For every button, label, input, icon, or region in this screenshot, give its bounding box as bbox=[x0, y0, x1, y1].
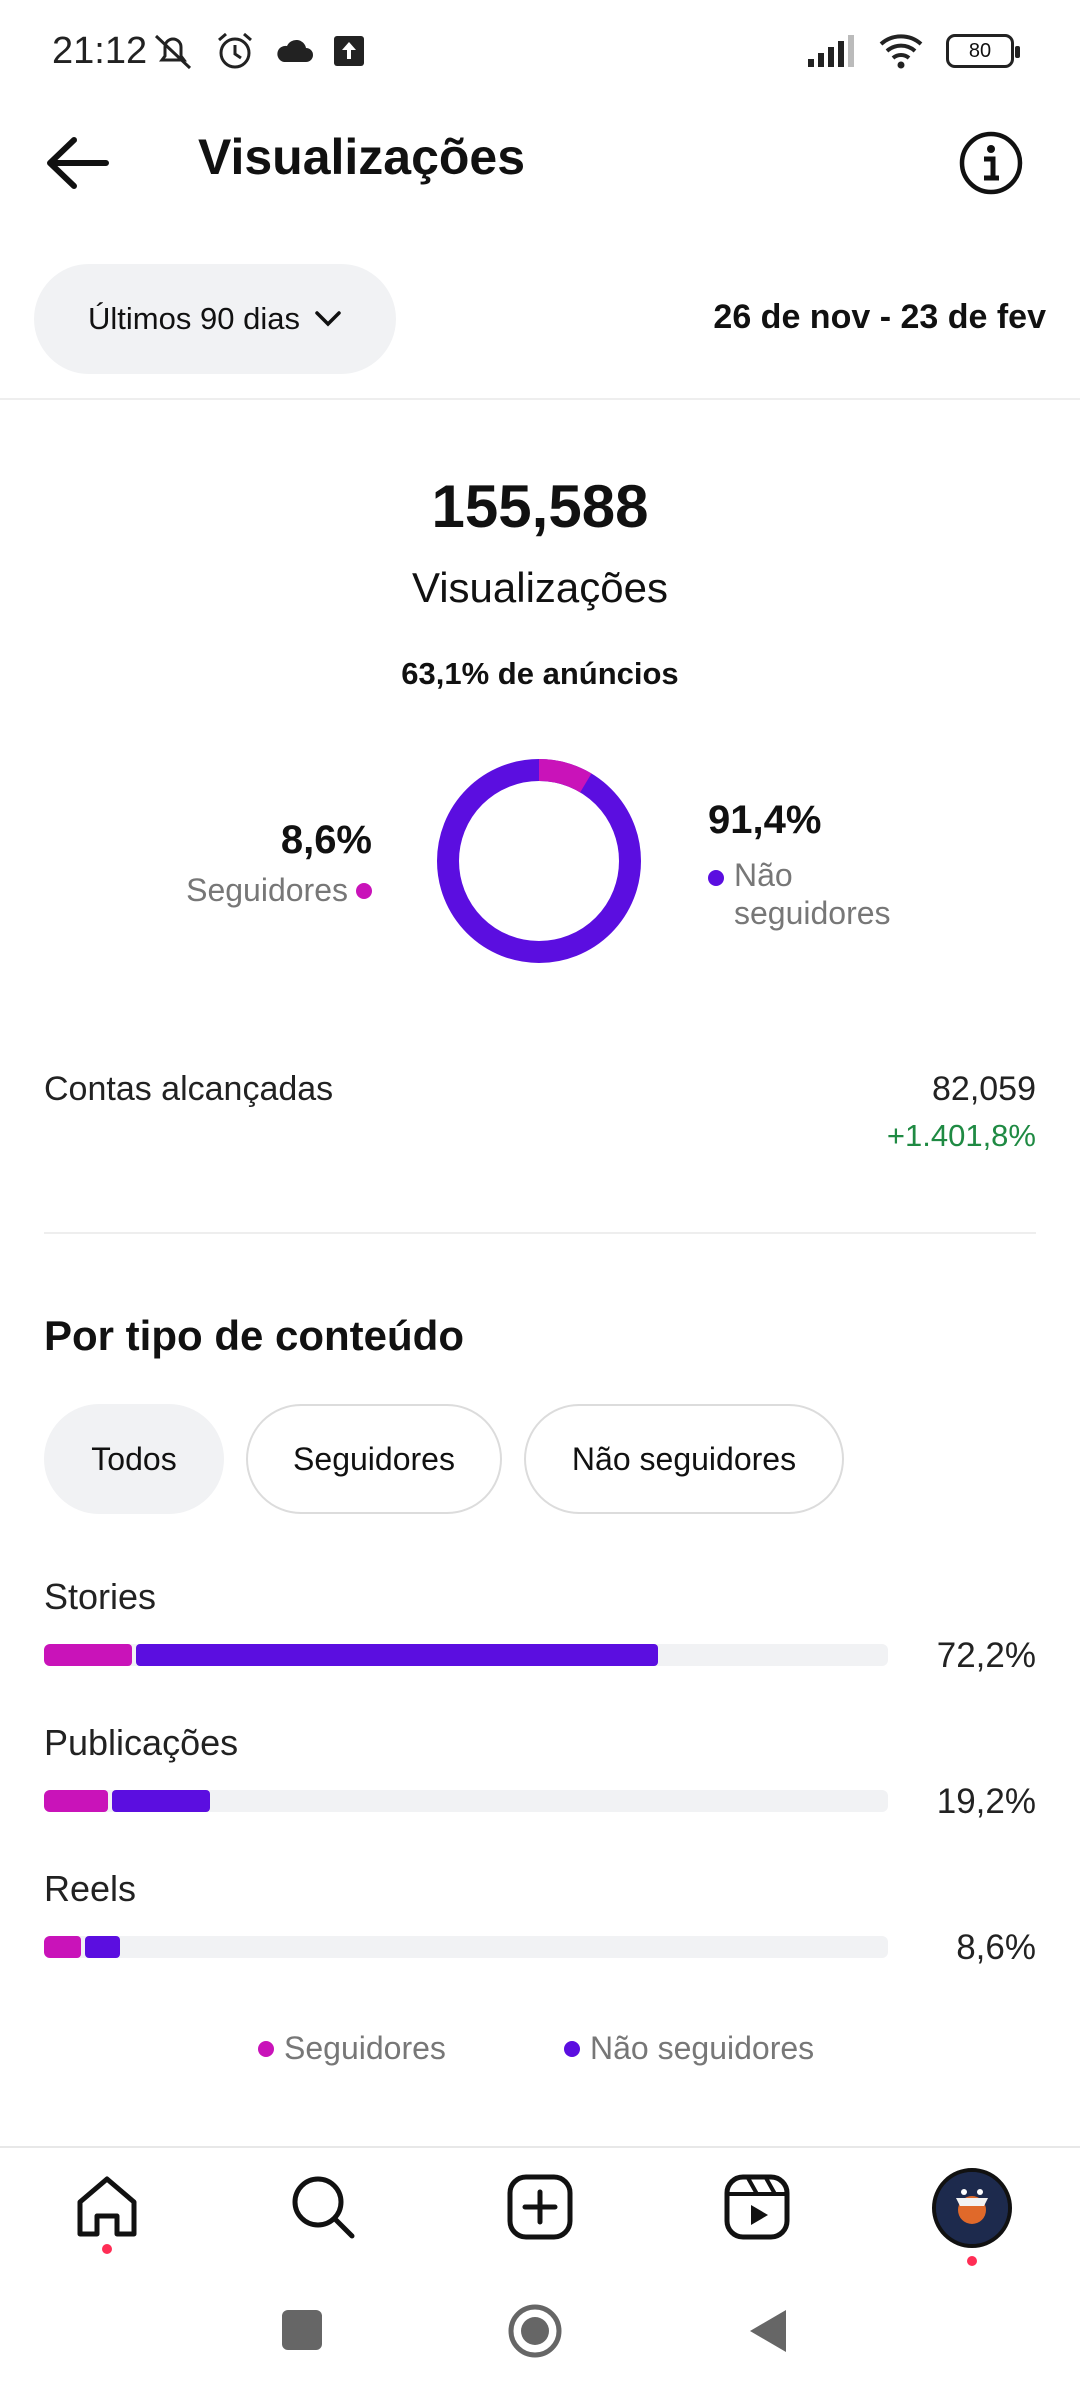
upload-icon bbox=[334, 36, 364, 66]
accounts-reached-change: +1.401,8% bbox=[886, 1118, 1036, 1153]
status-icons-left bbox=[150, 30, 366, 72]
bar-followers-segment bbox=[44, 1644, 132, 1666]
signal-icon bbox=[808, 35, 854, 67]
status-time: 21:12 bbox=[52, 30, 148, 72]
non-followers-dot bbox=[708, 870, 724, 886]
back-arrow-icon[interactable] bbox=[40, 128, 116, 198]
info-icon[interactable] bbox=[958, 130, 1024, 196]
non-followers-label: Não seguidores bbox=[734, 857, 891, 931]
bar-non-followers-segment bbox=[85, 1936, 120, 1958]
bar-followers-segment bbox=[44, 1790, 108, 1812]
divider bbox=[44, 1232, 1036, 1234]
wifi-icon bbox=[879, 34, 923, 69]
legend-non-followers: Não seguidores bbox=[564, 2030, 814, 2067]
accounts-reached-label: Contas alcançadas bbox=[44, 1070, 334, 1108]
followers-dot bbox=[258, 2040, 274, 2057]
non-followers-dot bbox=[564, 2040, 580, 2057]
legend-followers: Seguidores bbox=[258, 2030, 446, 2067]
date-range: 26 de nov - 23 de fev bbox=[713, 298, 1046, 336]
donut-non-followers-segment bbox=[437, 759, 641, 963]
content-type-percentage: 72,2% bbox=[936, 1636, 1036, 1675]
home-button[interactable] bbox=[506, 2302, 564, 2360]
filter-chip-non-followers[interactable]: Não seguidores bbox=[524, 1404, 844, 1514]
mute-bell-icon bbox=[154, 34, 192, 70]
reels-icon[interactable] bbox=[720, 2170, 794, 2244]
followers-legend: Seguidores bbox=[186, 872, 372, 909]
section-title: Por tipo de conteúdo bbox=[44, 1312, 464, 1359]
profile-notification-dot bbox=[967, 2256, 977, 2266]
filter-chip-followers[interactable]: Seguidores bbox=[246, 1404, 502, 1514]
legend-followers-label: Seguidores bbox=[284, 2030, 446, 2066]
chevron-down-icon bbox=[315, 311, 341, 327]
content-type-bar bbox=[44, 1790, 888, 1812]
content-type-label: Stories bbox=[44, 1576, 157, 1617]
home-notification-dot bbox=[102, 2244, 112, 2254]
bar-non-followers-segment bbox=[112, 1790, 210, 1812]
total-views-value: 155,588 bbox=[431, 473, 649, 540]
period-label: Últimos 90 dias bbox=[88, 301, 300, 336]
bar-followers-segment bbox=[44, 1936, 81, 1958]
status-icons-right: 80 bbox=[806, 32, 1020, 70]
recent-apps-button[interactable] bbox=[282, 2310, 322, 2350]
content-type-bar bbox=[44, 1644, 888, 1666]
accounts-reached-value: 82,059 bbox=[932, 1070, 1036, 1108]
alarm-icon bbox=[218, 32, 252, 69]
non-followers-legend: Não seguidores bbox=[708, 856, 924, 932]
search-icon[interactable] bbox=[286, 2170, 360, 2244]
home-icon[interactable] bbox=[70, 2170, 144, 2244]
content-type-percentage: 19,2% bbox=[936, 1782, 1036, 1821]
profile-avatar[interactable] bbox=[932, 2168, 1012, 2248]
bar-non-followers-segment bbox=[136, 1644, 658, 1666]
divider bbox=[0, 398, 1080, 400]
total-views-label: Visualizações bbox=[411, 564, 669, 611]
page-title: Visualizações bbox=[198, 129, 526, 185]
content-type-bar bbox=[44, 1936, 888, 1958]
followers-dot bbox=[356, 882, 372, 899]
legend-non-followers-label: Não seguidores bbox=[590, 2030, 815, 2066]
content-type-label: Publicações bbox=[44, 1722, 239, 1763]
create-icon[interactable] bbox=[503, 2170, 577, 2244]
back-button[interactable] bbox=[746, 2306, 790, 2356]
battery-indicator: 80 bbox=[946, 34, 1020, 68]
content-type-label: Reels bbox=[44, 1868, 137, 1909]
followers-percentage: 8,6% bbox=[280, 818, 372, 862]
content-type-percentage: 8,6% bbox=[956, 1928, 1036, 1967]
avatar-image bbox=[936, 2172, 1008, 2244]
non-followers-percentage: 91,4% bbox=[708, 798, 822, 842]
filter-chip-all[interactable]: Todos bbox=[44, 1404, 224, 1514]
cloud-icon bbox=[277, 39, 313, 62]
followers-label: Seguidores bbox=[186, 872, 348, 908]
ads-share-note: 63,1% de anúncios bbox=[401, 656, 679, 691]
period-selector[interactable]: Últimos 90 dias bbox=[34, 264, 396, 374]
divider bbox=[0, 2146, 1080, 2148]
followers-donut-chart bbox=[437, 759, 641, 963]
